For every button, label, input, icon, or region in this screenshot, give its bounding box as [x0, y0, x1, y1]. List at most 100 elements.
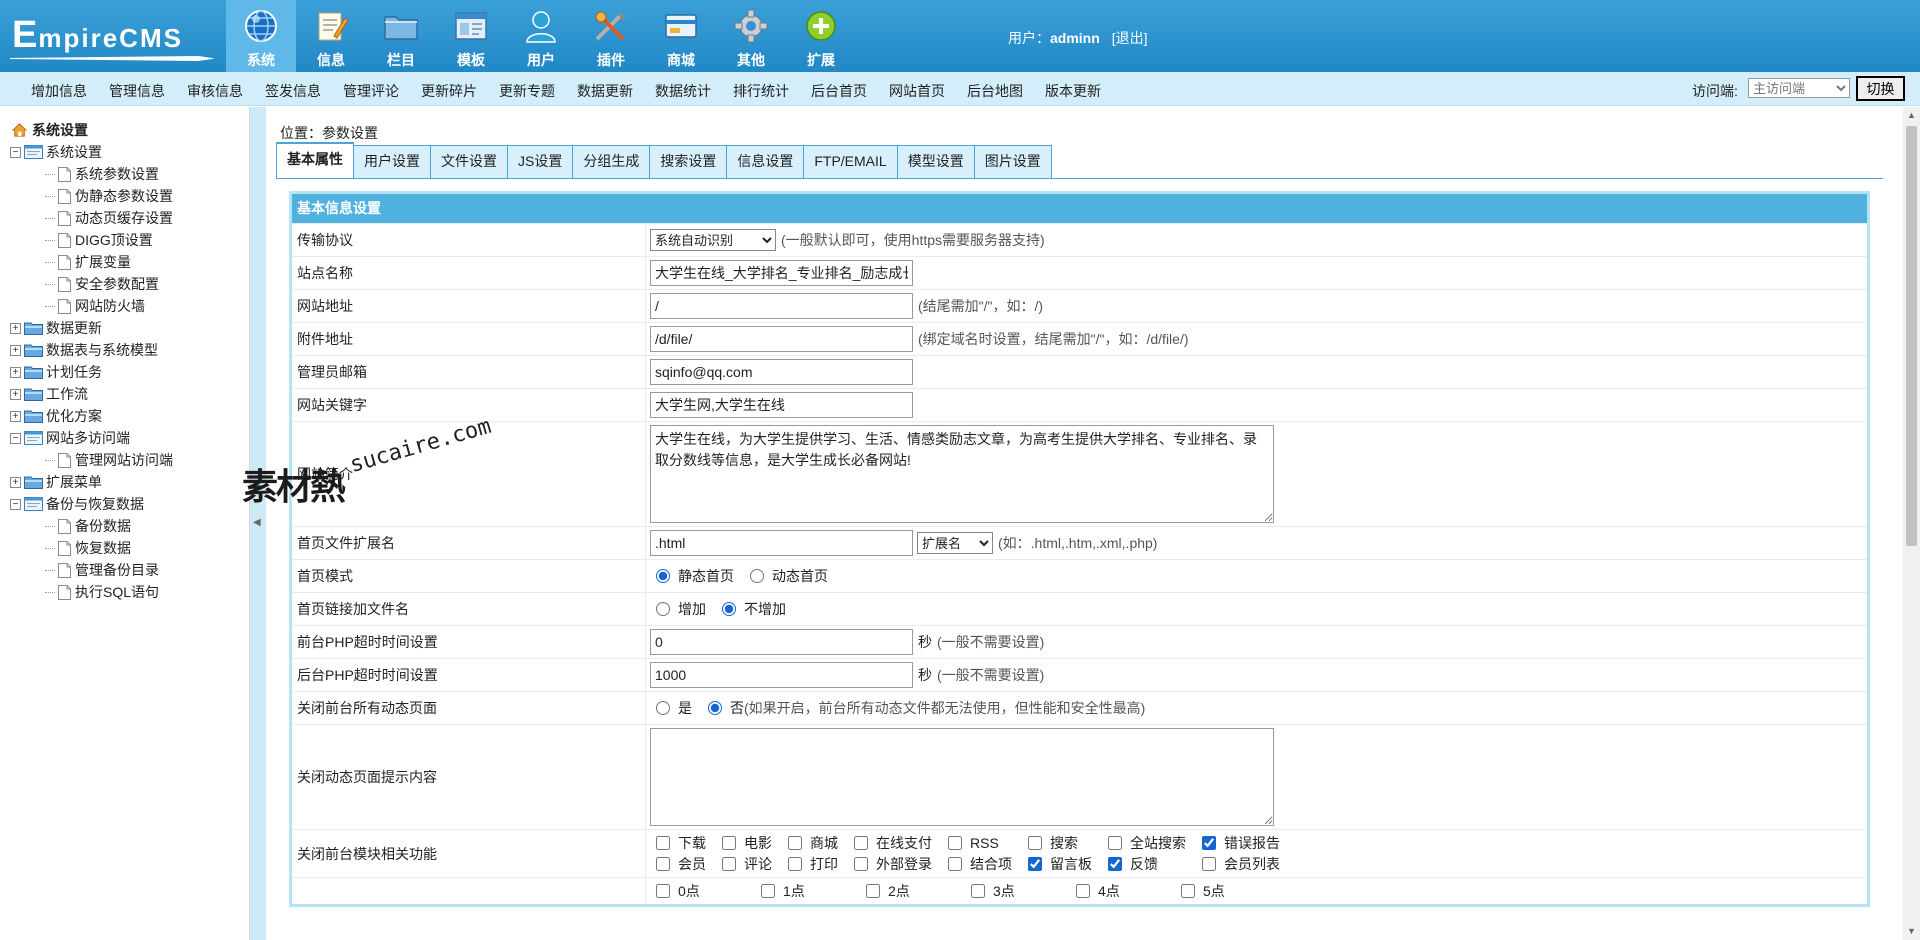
- sidebar-item[interactable]: 执行SQL语句: [10, 581, 249, 603]
- module-checkbox[interactable]: 反馈: [1102, 854, 1186, 874]
- nav-item-4[interactable]: 用户: [506, 0, 576, 72]
- switch-button[interactable]: 切换: [1856, 76, 1905, 101]
- quick-link[interactable]: 更新碎片: [421, 81, 477, 101]
- nav-item-3[interactable]: 模板: [436, 0, 506, 72]
- close-tip-textarea[interactable]: [650, 728, 1274, 826]
- radio-dynamic-index[interactable]: 动态首页: [744, 566, 828, 586]
- collapse-arrow-icon[interactable]: ◀: [253, 517, 261, 528]
- module-checkbox[interactable]: 会员: [650, 854, 706, 874]
- nav-item-6[interactable]: 商城: [646, 0, 716, 72]
- expand-toggle-icon[interactable]: +: [10, 388, 21, 400]
- nav-item-8[interactable]: 扩展: [786, 0, 856, 72]
- collapse-toggle-icon[interactable]: −: [10, 498, 21, 510]
- radio-close-yes[interactable]: 是: [650, 698, 692, 718]
- radio-static-index[interactable]: 静态首页: [650, 566, 734, 586]
- sidebar-collapse-bar[interactable]: ◀: [250, 107, 266, 940]
- sidebar-group[interactable]: + 优化方案: [10, 405, 249, 427]
- quick-link[interactable]: 管理评论: [343, 81, 399, 101]
- sidebar-group[interactable]: − 网站多访问端: [10, 427, 249, 449]
- sidebar-item[interactable]: 系统参数设置: [10, 163, 249, 185]
- module-checkbox[interactable]: 在线支付: [848, 833, 932, 853]
- radio-no-filename[interactable]: 不增加: [716, 599, 786, 619]
- sidebar-group[interactable]: − 备份与恢复数据: [10, 493, 249, 515]
- settings-tab[interactable]: 信息设置: [726, 145, 805, 178]
- sidebar-item[interactable]: 恢复数据: [10, 537, 249, 559]
- quick-link[interactable]: 更新专题: [499, 81, 555, 101]
- sidebar-item[interactable]: 动态页缓存设置: [10, 207, 249, 229]
- nav-item-1[interactable]: 信息: [296, 0, 366, 72]
- quick-link[interactable]: 版本更新: [1045, 81, 1101, 101]
- sidebar-item[interactable]: 备份数据: [10, 515, 249, 537]
- quick-link[interactable]: 签发信息: [265, 81, 321, 101]
- nav-item-2[interactable]: 栏目: [366, 0, 436, 72]
- settings-tab[interactable]: 图片设置: [973, 145, 1052, 178]
- nav-item-0[interactable]: 系统: [226, 0, 296, 72]
- visitor-select[interactable]: 主访问端: [1748, 78, 1850, 98]
- module-checkbox[interactable]: 搜索: [1022, 833, 1092, 853]
- module-checkbox[interactable]: 外部登录: [848, 854, 932, 874]
- description-textarea[interactable]: 大学生在线，为大学生提供学习、生活、情感类励志文章，为高考生提供大学排名、专业排…: [650, 425, 1274, 523]
- scroll-thumb[interactable]: [1906, 126, 1917, 546]
- quick-link[interactable]: 网站首页: [889, 81, 945, 101]
- sidebar-item[interactable]: 网站防火墙: [10, 295, 249, 317]
- sidebar-group[interactable]: + 计划任务: [10, 361, 249, 383]
- expand-toggle-icon[interactable]: +: [10, 322, 21, 334]
- sidebar-item[interactable]: 伪静态参数设置: [10, 185, 249, 207]
- site-name-input[interactable]: [650, 260, 913, 286]
- logout-link[interactable]: [退出]: [1112, 30, 1148, 46]
- hour-checkbox[interactable]: 0点: [650, 881, 755, 901]
- module-checkbox[interactable]: 全站搜索: [1102, 833, 1186, 853]
- attach-url-input[interactable]: [650, 326, 913, 352]
- protocol-select[interactable]: 系统自动识别: [650, 229, 776, 251]
- quick-link[interactable]: 排行统计: [733, 81, 789, 101]
- radio-add-filename[interactable]: 增加: [650, 599, 706, 619]
- module-checkbox[interactable]: 电影: [716, 833, 772, 853]
- hour-checkbox[interactable]: 2点: [860, 881, 965, 901]
- hour-checkbox[interactable]: 5点: [1175, 881, 1280, 901]
- ext-select[interactable]: 扩展名: [917, 532, 993, 554]
- hour-checkbox[interactable]: 1点: [755, 881, 860, 901]
- module-checkbox[interactable]: RSS: [942, 833, 1012, 853]
- index-ext-input[interactable]: [650, 530, 913, 556]
- module-checkbox[interactable]: 评论: [716, 854, 772, 874]
- expand-toggle-icon[interactable]: +: [10, 344, 21, 356]
- quick-link[interactable]: 审核信息: [187, 81, 243, 101]
- hour-checkbox[interactable]: 4点: [1070, 881, 1175, 901]
- sidebar-group[interactable]: + 工作流: [10, 383, 249, 405]
- back-timeout-input[interactable]: [650, 662, 913, 688]
- sidebar-group[interactable]: − 系统设置: [10, 141, 249, 163]
- settings-tab[interactable]: 用户设置: [353, 145, 431, 178]
- settings-tab[interactable]: 搜索设置: [649, 145, 728, 178]
- empirecms-logo[interactable]: EmpireCMS: [10, 10, 215, 62]
- quick-link[interactable]: 增加信息: [31, 81, 87, 101]
- module-checkbox[interactable]: 错误报告: [1196, 833, 1280, 853]
- module-checkbox[interactable]: 会员列表: [1196, 854, 1280, 874]
- scroll-down-icon[interactable]: ▼: [1903, 923, 1920, 940]
- settings-tab[interactable]: 分组生成: [572, 145, 651, 178]
- settings-tab[interactable]: FTP/EMAIL: [803, 145, 898, 178]
- sidebar-item[interactable]: 管理网站访问端: [10, 449, 249, 471]
- module-checkbox[interactable]: 商城: [782, 833, 838, 853]
- page-scrollbar[interactable]: ▲ ▼: [1903, 107, 1920, 940]
- settings-tab[interactable]: JS设置: [507, 145, 574, 178]
- nav-item-7[interactable]: 其他: [716, 0, 786, 72]
- module-checkbox[interactable]: 打印: [782, 854, 838, 874]
- module-checkbox[interactable]: 留言板: [1022, 854, 1092, 874]
- expand-toggle-icon[interactable]: +: [10, 410, 21, 422]
- radio-close-no[interactable]: 否: [702, 698, 744, 718]
- settings-tab[interactable]: 模型设置: [896, 145, 975, 178]
- collapse-toggle-icon[interactable]: −: [10, 146, 21, 158]
- module-checkbox[interactable]: 下载: [650, 833, 706, 853]
- expand-toggle-icon[interactable]: +: [10, 476, 21, 488]
- sidebar-group[interactable]: + 数据更新: [10, 317, 249, 339]
- quick-link[interactable]: 数据更新: [577, 81, 633, 101]
- sidebar-item[interactable]: 管理备份目录: [10, 559, 249, 581]
- sidebar-group[interactable]: + 扩展菜单: [10, 471, 249, 493]
- sidebar-item[interactable]: 扩展变量: [10, 251, 249, 273]
- hour-checkbox[interactable]: 3点: [965, 881, 1070, 901]
- sidebar-root[interactable]: 系统设置: [10, 119, 249, 141]
- sidebar-group[interactable]: + 数据表与系统模型: [10, 339, 249, 361]
- quick-link[interactable]: 管理信息: [109, 81, 165, 101]
- scroll-up-icon[interactable]: ▲: [1903, 107, 1920, 124]
- settings-tab[interactable]: 文件设置: [430, 145, 508, 178]
